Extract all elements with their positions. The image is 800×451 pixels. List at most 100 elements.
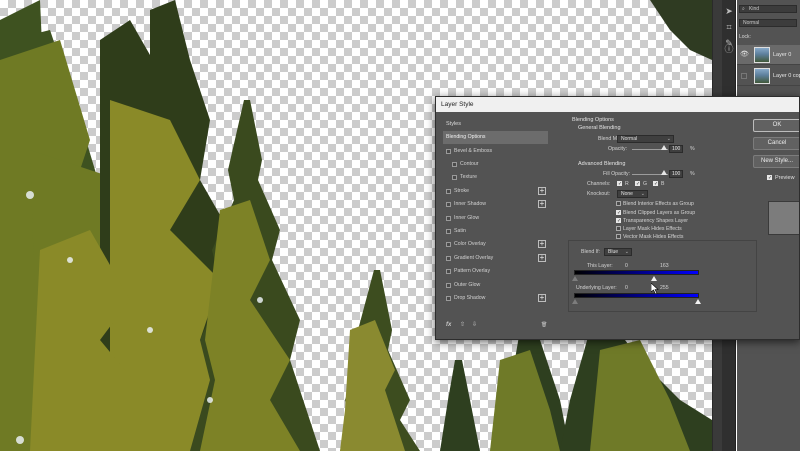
crop-tool-icon[interactable]: ⌗: [724, 22, 734, 32]
underlying-high-slider[interactable]: [695, 299, 701, 304]
fill-opacity-slider-thumb[interactable]: [661, 170, 667, 175]
layer-thumbnail: [754, 47, 770, 63]
knockout-select[interactable]: None ⌄: [617, 190, 648, 198]
channel-g-checkbox[interactable]: ✓: [635, 181, 640, 187]
layer-mask-hides-label: Layer Mask Hides Effects: [623, 226, 682, 232]
add-inner-shadow-plus-icon[interactable]: +: [538, 200, 546, 208]
channels-label: Channels:: [587, 181, 611, 187]
blend-if-select[interactable]: Blue ⌄: [604, 248, 632, 256]
visibility-eye-icon[interactable]: 👁: [740, 51, 749, 59]
channel-b-checkbox[interactable]: ✓: [653, 181, 658, 187]
blend-mode-value: Normal: [621, 136, 638, 142]
blend-mode-select[interactable]: Normal ⌄: [617, 135, 674, 143]
this-layer-label: This Layer:: [587, 263, 613, 269]
this-layer-high-slider[interactable]: [651, 276, 657, 281]
add-gradient-overlay-plus-icon[interactable]: +: [538, 254, 546, 262]
advanced-blending-heading: Advanced Blending: [578, 161, 626, 167]
add-stroke-plus-icon[interactable]: +: [538, 187, 546, 195]
blend-interior-checkbox[interactable]: [616, 201, 621, 206]
style-label: Color Overlay: [454, 241, 486, 247]
style-checkbox[interactable]: [446, 189, 451, 194]
style-checkbox[interactable]: [446, 202, 451, 207]
channel-r-label: R: [625, 181, 629, 187]
style-checkbox[interactable]: [446, 283, 451, 288]
style-label: Inner Glow: [454, 215, 480, 221]
style-drop-shadow[interactable]: Drop Shadow +: [443, 292, 548, 305]
layer-row[interactable]: Layer 0 copy: [737, 66, 800, 86]
opacity-slider-thumb[interactable]: [661, 145, 667, 150]
underlying-layer-gradient-ramp[interactable]: [574, 293, 699, 298]
knockout-value: None: [621, 191, 633, 197]
style-outer-glow[interactable]: Outer Glow: [443, 279, 548, 292]
style-inner-shadow[interactable]: Inner Shadow +: [443, 198, 548, 211]
blend-clipped-label: Blend Clipped Layers as Group: [623, 210, 696, 216]
channel-g-label: G: [643, 181, 648, 187]
underlying-low-slider[interactable]: [572, 299, 578, 304]
style-checkbox[interactable]: [446, 149, 451, 154]
fill-opacity-input[interactable]: 100: [669, 170, 683, 178]
knockout-label: Knockout:: [587, 191, 611, 197]
fx-menu-icon[interactable]: fx: [446, 319, 451, 331]
layer-blend-mode-select[interactable]: Normal: [739, 19, 797, 27]
arrow-tool-icon[interactable]: ➤: [724, 6, 734, 16]
style-color-overlay[interactable]: Color Overlay +: [443, 238, 548, 251]
style-checkbox[interactable]: [446, 269, 451, 274]
trash-icon[interactable]: 🗑: [541, 319, 547, 331]
style-bevel-emboss[interactable]: Bevel & Emboss: [443, 145, 548, 158]
layer-row[interactable]: 👁 Layer 0: [737, 45, 800, 65]
style-inner-glow[interactable]: Inner Glow: [443, 212, 548, 225]
style-label: Outer Glow: [454, 282, 481, 288]
lock-label: Lock:: [739, 34, 751, 40]
channel-r-checkbox[interactable]: ✓: [617, 181, 622, 187]
chevron-down-icon: ⌄: [624, 249, 629, 255]
style-pattern-overlay[interactable]: Pattern Overlay: [443, 265, 548, 278]
opacity-percent: %: [690, 146, 695, 152]
styles-footer: fx ⇧ ⇩ 🗑: [443, 319, 553, 331]
style-gradient-overlay[interactable]: Gradient Overlay +: [443, 252, 548, 265]
style-checkbox[interactable]: [446, 229, 451, 234]
styles-header[interactable]: Styles: [443, 118, 548, 130]
style-checkbox[interactable]: [446, 296, 451, 301]
styles-list: Styles Blending Options Bevel & Emboss C…: [443, 118, 548, 333]
layer-thumbnail: [754, 68, 770, 84]
style-texture[interactable]: Texture: [443, 171, 548, 184]
move-up-icon[interactable]: ⇧: [460, 319, 465, 331]
style-label: Texture: [460, 174, 478, 180]
blend-clipped-checkbox[interactable]: ✓: [616, 210, 621, 216]
preview-checkbox[interactable]: ✓: [767, 175, 772, 181]
style-checkbox[interactable]: [452, 162, 457, 167]
dialog-titlebar[interactable]: Layer Style: [436, 97, 799, 112]
style-preview-swatch: [768, 201, 799, 235]
style-label: Pattern Overlay: [454, 268, 491, 274]
new-style-button[interactable]: New Style...: [753, 155, 799, 168]
this-layer-high-value: 163: [660, 263, 669, 269]
vector-mask-hides-checkbox[interactable]: [616, 234, 621, 239]
transparency-shapes-checkbox[interactable]: ✓: [616, 218, 621, 224]
info-icon[interactable]: ⓘ: [724, 44, 734, 54]
style-satin[interactable]: Satin: [443, 225, 548, 238]
visibility-toggle-empty[interactable]: [741, 73, 747, 79]
blend-interior-label: Blend Interior Effects as Group: [623, 201, 694, 207]
style-checkbox[interactable]: [452, 175, 457, 180]
this-layer-gradient-ramp[interactable]: [574, 270, 699, 275]
kind-filter[interactable]: ⌕ Kind: [739, 5, 797, 13]
style-label: Gradient Overlay: [454, 255, 494, 261]
cancel-button[interactable]: Cancel: [753, 137, 799, 150]
style-checkbox[interactable]: [446, 256, 451, 261]
move-down-icon[interactable]: ⇩: [472, 319, 477, 331]
blend-if-label: Blend If:: [581, 249, 601, 255]
style-checkbox[interactable]: [446, 242, 451, 247]
this-layer-low-slider[interactable]: [572, 276, 578, 281]
style-checkbox[interactable]: [446, 216, 451, 221]
style-stroke[interactable]: Stroke +: [443, 185, 548, 198]
layer-name: Layer 0 copy: [773, 73, 800, 79]
style-blending-options[interactable]: Blending Options: [443, 131, 548, 144]
style-contour[interactable]: Contour: [443, 158, 548, 171]
add-color-overlay-plus-icon[interactable]: +: [538, 240, 546, 248]
add-drop-shadow-plus-icon[interactable]: +: [538, 294, 546, 302]
transparency-shapes-label: Transparency Shapes Layer: [623, 218, 688, 224]
ok-button[interactable]: OK: [753, 119, 799, 132]
opacity-input[interactable]: 100: [669, 145, 683, 153]
layer-name: Layer 0: [773, 52, 792, 58]
layer-mask-hides-checkbox[interactable]: [616, 226, 621, 231]
